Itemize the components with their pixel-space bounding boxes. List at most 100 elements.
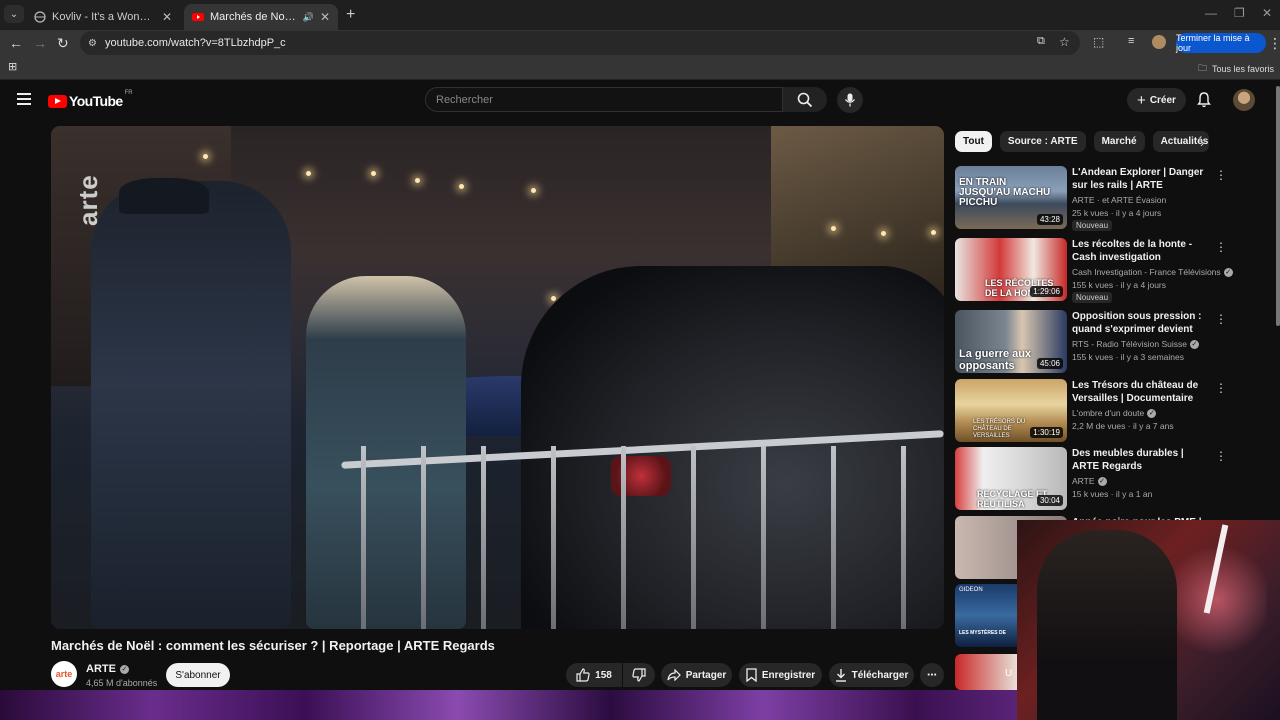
new-tab-button[interactable]: + [346,6,355,24]
menu-dots-icon[interactable]: ⋮ [1268,35,1280,52]
recommendation-item[interactable]: LES RÉCOLTES DE LA HONTE 1:29:06 Les réc… [955,238,1233,303]
stream-overlay-band [0,690,1017,720]
bookmark-icon [746,668,757,682]
reading-list-icon[interactable]: ≡ [1128,35,1134,47]
chip-marche[interactable]: Marché [1093,131,1145,152]
more-actions-button[interactable]: ⋯ [920,663,944,687]
back-icon[interactable]: ← [9,35,23,51]
share-button[interactable]: Partager [661,663,732,687]
tab-search-button[interactable]: ⌄ [4,5,24,23]
chevron-right-icon[interactable]: › [1200,135,1204,150]
video-player[interactable]: arte [51,126,944,629]
update-button[interactable]: Terminer la mise à jour [1176,33,1266,53]
subscribe-button[interactable]: S'abonner [166,663,230,687]
youtube-icon [192,13,204,21]
reload-icon[interactable]: ↻ [57,35,69,52]
bookmark-star-icon[interactable]: ☆ [1059,35,1070,49]
video-duration: 1:29:06 [1030,286,1063,297]
more-vertical-icon[interactable]: ⋮ [1215,168,1227,182]
video-thumbnail[interactable]: RECYCLAGE ET RÉUTILISA 30:04 [955,447,1067,510]
recommendation-meta: 15 k vues · il y a 1 an [1072,489,1153,499]
recommendation-meta: 2,2 M de vues · il y a 7 ans [1072,421,1174,431]
forward-icon[interactable]: → [33,35,47,51]
video-thumbnail[interactable]: GIDEON LES MYSTÈRES DE [955,584,1017,647]
webcam-overlay [1017,520,1280,720]
site-info-icon[interactable]: ⚙ [88,38,97,49]
globe-icon [34,11,46,23]
create-label: Créer [1149,94,1176,106]
recommendation-channel-row: L'ombre d'un doute ✓ [1072,408,1157,418]
channel-name: ARTE [86,663,116,675]
verified-icon: ✓ [1189,339,1199,349]
more-vertical-icon[interactable]: ⋮ [1215,449,1227,463]
recommendation-meta: 25 k vues · il y a 4 jours [1072,208,1162,218]
recommendation-item[interactable]: RECYCLAGE ET RÉUTILISA 30:04 Des meubles… [955,447,1227,511]
voice-search-button[interactable] [837,87,863,113]
page-scrollbar[interactable] [1276,86,1280,326]
save-button[interactable]: Enregistrer [739,663,822,687]
notifications-button[interactable] [1197,92,1211,113]
plus-icon: + [1137,91,1146,109]
video-thumbnail[interactable]: LES RÉCOLTES DE LA HONTE 1:29:06 [955,238,1067,301]
verified-icon: ✓ [1223,267,1233,277]
share-icon [667,669,681,681]
video-thumbnail[interactable]: EN TRAIN JUSQU'AU MACHU PICCHU 43:28 [955,166,1067,229]
close-tab-icon[interactable]: ✕ [162,10,172,24]
more-vertical-icon[interactable]: ⋮ [1215,240,1227,254]
apps-grid-icon[interactable]: ⊞ [8,60,17,73]
search-button[interactable] [783,87,827,112]
extensions-icon[interactable]: ⬚ [1093,35,1104,49]
search-input[interactable] [436,93,782,106]
subscriber-count: 4,65 M d'abonnés [86,678,158,688]
video-duration: 45:06 [1036,358,1063,369]
tab-youtube-video[interactable]: Marchés de Noël : commer 🔊 ✕ [184,4,338,30]
like-button[interactable]: 158 [566,663,622,687]
close-window-icon[interactable]: ✕ [1262,6,1272,20]
recommendation-title: L'Andean Explorer | Danger sur les rails… [1072,167,1204,191]
menu-icon[interactable] [17,93,31,108]
video-title: Marchés de Noël : comment les sécuriser … [51,638,495,653]
arte-watermark: arte [73,174,103,226]
all-bookmarks[interactable]: 🗀 Tous les favoris [1198,61,1274,77]
install-app-icon[interactable]: ⧉ [1037,35,1045,48]
minimize-icon[interactable]: — [1205,6,1217,20]
more-vertical-icon[interactable]: ⋮ [1215,381,1227,395]
chip-all[interactable]: Tout [955,131,992,152]
chip-source-arte[interactable]: Source : ARTE [999,131,1086,152]
recommendation-channel: RTS - Radio Télévision Suisse [1072,339,1187,349]
video-thumbnail[interactable]: LES TRÉSORS DU CHÂTEAU DE VERSAILLES 1:3… [955,379,1067,442]
recommendation-item[interactable]: La guerre aux opposants 45:06 Opposition… [955,310,1227,374]
close-tab-icon[interactable]: ✕ [320,10,330,24]
tab-title: Kovliv - It's a Wonderful Knife ( [52,11,156,23]
dislike-button[interactable] [623,663,655,687]
browser-tab-bar: ⌄ Kovliv - It's a Wonderful Knife ( ✕ Ma… [0,0,1280,30]
tab-kovliv[interactable]: Kovliv - It's a Wonderful Knife ( ✕ [26,4,180,30]
video-thumbnail[interactable]: La guerre aux opposants 45:06 [955,310,1067,373]
share-label: Partager [685,669,727,681]
create-button[interactable]: + Créer [1127,88,1186,112]
new-badge: Nouveau [1072,220,1113,231]
recommendation-title: Des meubles durables | ARTE Regards [1072,448,1184,472]
address-bar[interactable]: ⚙ youtube.com/watch?v=8TLbzhdpP_c [80,31,1080,55]
video-thumbnail[interactable]: U [955,654,1017,690]
more-vertical-icon[interactable]: ⋮ [1215,312,1227,326]
speaker-icon[interactable]: 🔊 [303,12,314,23]
download-button[interactable]: Télécharger [829,663,914,687]
thumbs-up-icon [576,668,590,682]
verified-icon: ✓ [1147,408,1157,418]
youtube-logo[interactable]: YouTube FR [48,90,133,109]
more-horizontal-icon: ⋯ [927,669,937,681]
account-avatar[interactable] [1233,89,1255,111]
recommendation-item[interactable]: LES TRÉSORS DU CHÂTEAU DE VERSAILLES 1:3… [955,379,1227,443]
channel-name-row[interactable]: ARTE ✓ [86,663,129,675]
restore-icon[interactable]: ❐ [1234,6,1245,20]
profile-avatar[interactable] [1152,35,1166,49]
channel-avatar[interactable]: arte [51,661,77,687]
verified-icon: ✓ [119,664,129,674]
all-bookmarks-label: Tous les favoris [1211,64,1274,74]
url-text: youtube.com/watch?v=8TLbzhdpP_c [104,37,286,49]
download-icon [835,669,846,682]
thumbnail-text: GIDEON [959,587,983,593]
search-box[interactable] [425,87,783,112]
recommendation-item[interactable]: EN TRAIN JUSQU'AU MACHU PICCHU 43:28 L'A… [955,166,1227,231]
